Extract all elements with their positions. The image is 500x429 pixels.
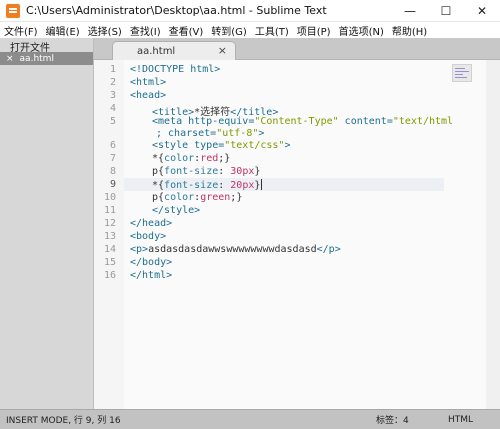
code-line-15: </body> [130,257,173,268]
code-line-5: <meta http-equiv="Content-Type" content=… [152,116,454,127]
line-number: 4 [109,103,116,114]
line-number: 5 [109,116,116,127]
minimap[interactable] [452,64,472,82]
menu-view[interactable]: 查看(V) [169,23,204,38]
line-number: 15 [103,257,116,268]
line-number: 8 [109,166,116,177]
minimize-button[interactable]: — [392,0,428,22]
code-line-7: *{color:red;} [152,153,231,164]
sidebar-file-close-icon[interactable]: × [6,54,14,64]
window-title: C:\Users\Administrator\Desktop\aa.html -… [26,4,327,17]
code-line-2: <html> [130,77,167,88]
line-number-gutter: 1 2 3 4 5 6 7 8 9 10 11 12 13 14 15 16 [94,60,124,409]
status-bar: INSERT MODE, 行 9, 列 16 标签：4 HTML [0,409,500,429]
menu-selection[interactable]: 选择(S) [88,23,122,38]
sidebar-file-label: aa.html [19,53,54,64]
tab-bar: aa.html × [94,38,500,60]
menu-bar: 文件(F) 编辑(E) 选择(S) 查找(I) 查看(V) 转到(G) 工具(T… [0,22,500,38]
status-mode-position: INSERT MODE, 行 9, 列 16 [6,416,121,426]
sidebar-open-files-header: 打开文件 [10,43,50,54]
code-line-1: <!DOCTYPE html> [130,64,221,75]
menu-help[interactable]: 帮助(H) [392,23,427,38]
line-number: 11 [103,205,116,216]
code-line-11: </style> [152,205,201,216]
status-syntax[interactable]: HTML [448,415,473,425]
sublime-app-icon [6,3,20,18]
close-button[interactable]: ✕ [464,0,500,22]
code-line-13: <body> [130,231,167,242]
menu-file[interactable]: 文件(F) [4,23,38,38]
code-line-5-wrap: ; charset="utf-8"> [156,128,265,139]
menu-preferences[interactable]: 首选项(N) [339,23,384,38]
code-line-8: p{font-size: 30px} [152,166,261,177]
editor-area[interactable]: 1 2 3 4 5 6 7 8 9 10 11 12 13 14 15 16 <… [94,60,500,409]
sidebar: 打开文件 × aa.html [0,38,94,409]
code-line-16: </html> [130,270,173,281]
vertical-scrollbar[interactable] [486,60,500,409]
status-tab-size[interactable]: 标签：4 [376,413,409,426]
line-number: 7 [109,153,116,164]
maximize-button[interactable]: ☐ [428,0,464,22]
tab-close-icon[interactable]: × [218,44,227,57]
title-bar: C:\Users\Administrator\Desktop\aa.html -… [0,0,500,22]
code-line-6: <style type="text/css"> [152,140,291,151]
menu-goto[interactable]: 转到(G) [211,23,247,38]
code-line-10: p{color:green;} [152,192,243,203]
menu-project[interactable]: 项目(P) [297,23,331,38]
line-number: 14 [103,244,116,255]
line-number: 6 [109,140,116,151]
tab-aa-html[interactable]: aa.html × [112,41,236,60]
line-number-current: 9 [109,179,116,190]
code-line-12: </head> [130,218,173,229]
line-number: 2 [109,77,116,88]
line-number: 10 [103,192,116,203]
tab-label: aa.html [137,45,176,57]
line-number: 12 [103,218,116,229]
window-controls: — ☐ ✕ [392,0,500,22]
menu-find[interactable]: 查找(I) [130,23,161,38]
line-number: 3 [109,90,116,101]
code-line-9: *{font-size: 20px} [152,179,263,191]
code-line-3: <head> [130,90,167,101]
current-line-highlight [94,178,444,191]
text-caret [261,179,263,190]
menu-tools[interactable]: 工具(T) [255,23,289,38]
line-number: 13 [103,231,116,242]
line-number: 16 [103,270,116,281]
line-number: 1 [109,64,116,75]
menu-edit[interactable]: 编辑(E) [46,23,80,38]
code-line-14: <p>asdasdasdawwswwwwwwwwdasdasd</p> [130,244,341,255]
